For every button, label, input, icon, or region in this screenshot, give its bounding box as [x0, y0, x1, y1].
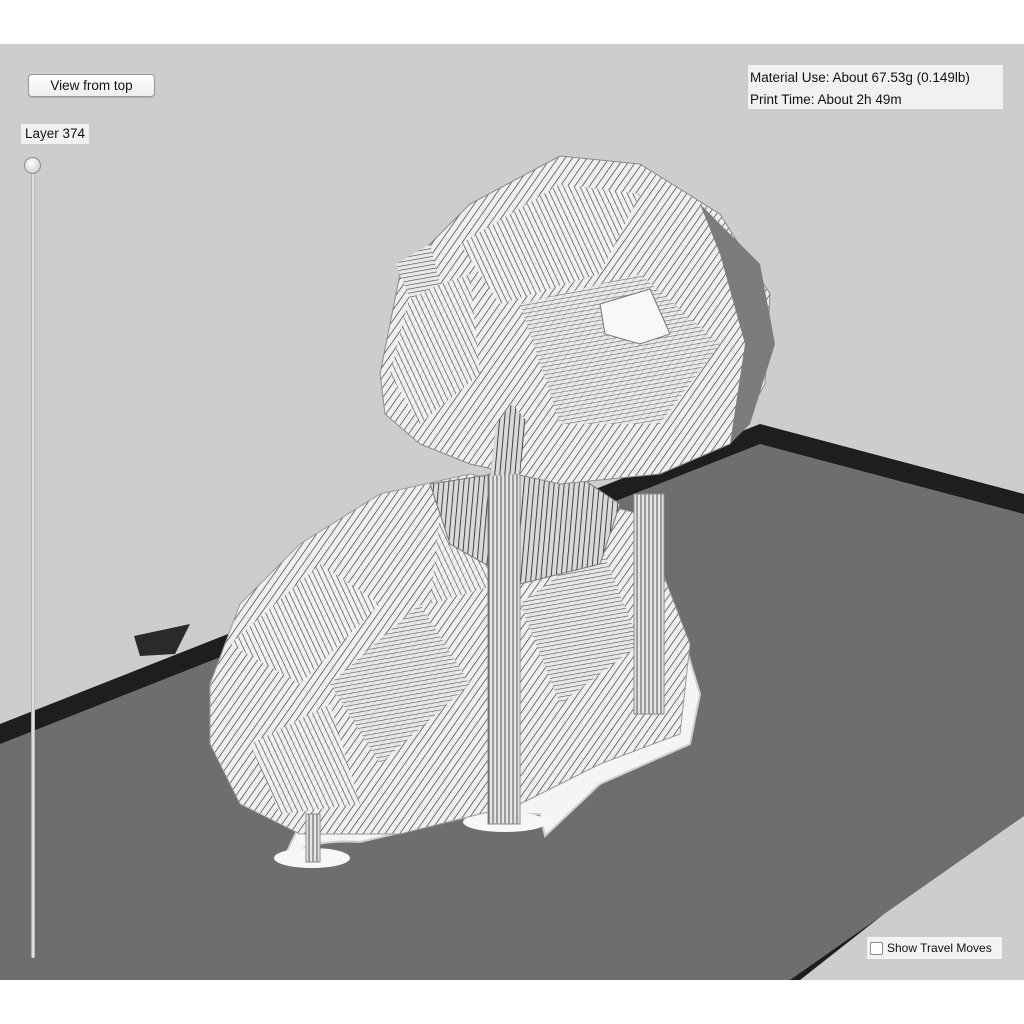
layer-slider[interactable] — [31, 162, 35, 958]
support-pillar — [305, 813, 321, 863]
view-from-top-button[interactable]: View from top — [28, 74, 155, 97]
support-pillar — [487, 473, 521, 825]
show-travel-moves-checkbox[interactable] — [870, 941, 883, 955]
print-time-text: Print Time: About 2h 49m — [750, 92, 902, 107]
show-travel-moves-option[interactable]: Show Travel Moves — [867, 937, 1002, 959]
material-use-text: Material Use: About 67.53g (0.149lb) — [750, 70, 970, 85]
support-pillar — [633, 493, 665, 715]
layer-label: Layer 374 — [21, 124, 90, 144]
layer-preview-scene[interactable] — [0, 44, 1024, 980]
layer-slider-handle[interactable] — [24, 157, 41, 174]
print-info-panel: Material Use: About 67.53g (0.149lb) Pri… — [748, 65, 1003, 109]
preview-viewport[interactable]: View from top Layer 374 Material Use: Ab… — [0, 44, 1024, 980]
show-travel-moves-label: Show Travel Moves — [887, 941, 992, 955]
